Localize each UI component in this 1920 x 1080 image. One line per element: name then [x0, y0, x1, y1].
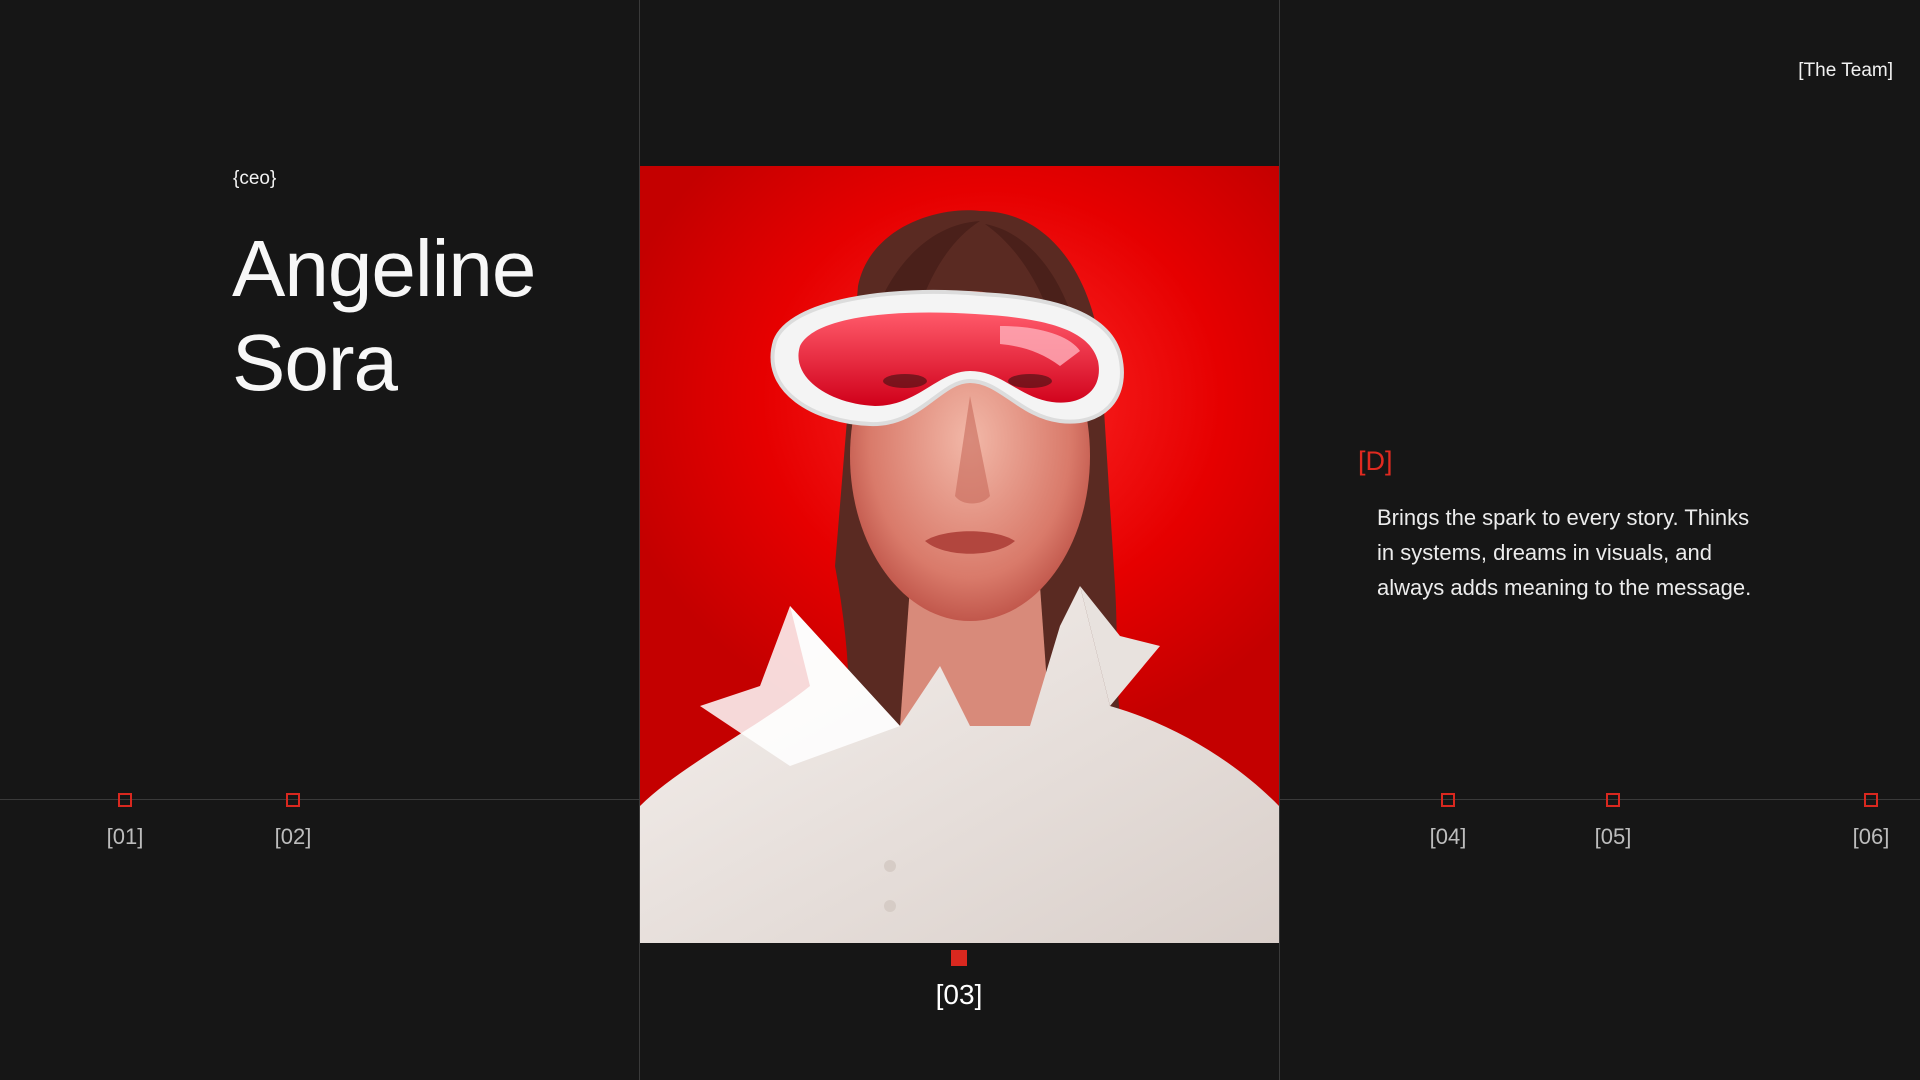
member-portrait: [640, 166, 1279, 943]
timeline-marker-04[interactable]: [1441, 793, 1455, 807]
member-last-name: Sora: [232, 318, 398, 407]
timeline-marker-05[interactable]: [1606, 793, 1620, 807]
timeline-line-left: [0, 799, 639, 800]
timeline-marker-01[interactable]: [118, 793, 132, 807]
member-first-name: Angeline: [232, 224, 536, 313]
timeline-label-06[interactable]: [06]: [1853, 824, 1890, 850]
timeline-marker-06[interactable]: [1864, 793, 1878, 807]
section-title: [The Team]: [1798, 60, 1893, 81]
timeline-label-02[interactable]: [02]: [275, 824, 312, 850]
member-name: Angeline Sora: [232, 222, 536, 410]
member-role: {ceo}: [233, 168, 277, 189]
timeline-marker-02[interactable]: [286, 793, 300, 807]
timeline-label-01[interactable]: [01]: [107, 824, 144, 850]
detail-letter: [D]: [1358, 446, 1393, 476]
divider-right: [1279, 0, 1280, 1080]
member-bio: Brings the spark to every story. Thinks …: [1377, 505, 1752, 600]
timeline-label-04[interactable]: [04]: [1430, 824, 1467, 850]
timeline-line-right: [1280, 799, 1920, 800]
timeline-label-03[interactable]: [03]: [936, 979, 983, 1011]
timeline-marker-03[interactable]: [951, 950, 967, 966]
timeline-label-05[interactable]: [05]: [1595, 824, 1632, 850]
